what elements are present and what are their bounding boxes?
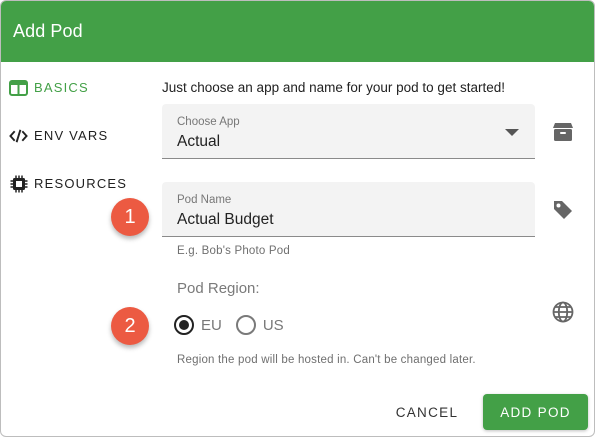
radio-eu-label: EU — [201, 316, 222, 334]
pod-region-label: Pod Region: — [177, 280, 260, 297]
choose-app-value: Actual — [177, 133, 221, 150]
intro-text: Just choose an app and name for your pod… — [162, 80, 505, 95]
dialog-title: Add Pod — [13, 21, 83, 41]
pod-name-label: Pod Name — [177, 194, 232, 206]
annotation-badge-1: 1 — [111, 198, 149, 236]
choose-app-select[interactable]: Choose App Actual — [162, 104, 535, 159]
nav-tab-basics[interactable]: BASICS — [9, 78, 89, 97]
code-icon — [9, 126, 28, 145]
chip-icon — [9, 174, 28, 193]
columns-icon — [9, 78, 28, 97]
nav-tab-resources[interactable]: RESOURCES — [9, 174, 127, 193]
nav-tab-label: RESOURCES — [34, 176, 128, 191]
tag-icon — [552, 199, 574, 221]
cancel-button[interactable]: CANCEL — [384, 394, 470, 430]
nav-tab-label: ENV VARS — [34, 128, 109, 143]
pod-region-hint: Region the pod will be hosted in. Can't … — [177, 354, 476, 366]
add-pod-button[interactable]: ADD POD — [483, 394, 588, 430]
globe-icon — [552, 301, 574, 323]
choose-app-label: Choose App — [177, 116, 240, 128]
pod-name-input[interactable]: Actual Budget — [177, 211, 274, 229]
radio-us-label: US — [262, 316, 284, 334]
dialog-header: Add Pod — [1, 1, 594, 62]
nav-tab-label: BASICS — [34, 80, 89, 95]
pod-region-radio-group: EU US — [174, 315, 288, 335]
pod-name-field[interactable]: Pod Name Actual Budget — [162, 182, 535, 237]
chevron-down-icon — [505, 129, 519, 136]
radio-unchecked-icon — [235, 315, 256, 335]
annotation-badge-2: 2 — [111, 307, 149, 345]
add-pod-dialog: Add Pod BASICS ENV VARS RESOURCES Just c… — [0, 0, 595, 437]
pod-name-hint: E.g. Bob's Photo Pod — [177, 245, 290, 257]
radio-checked-icon — [174, 315, 194, 335]
box-icon — [552, 121, 574, 143]
nav-tab-env-vars[interactable]: ENV VARS — [9, 126, 108, 145]
radio-eu[interactable]: EU — [174, 315, 222, 335]
radio-us[interactable]: US — [235, 315, 284, 335]
